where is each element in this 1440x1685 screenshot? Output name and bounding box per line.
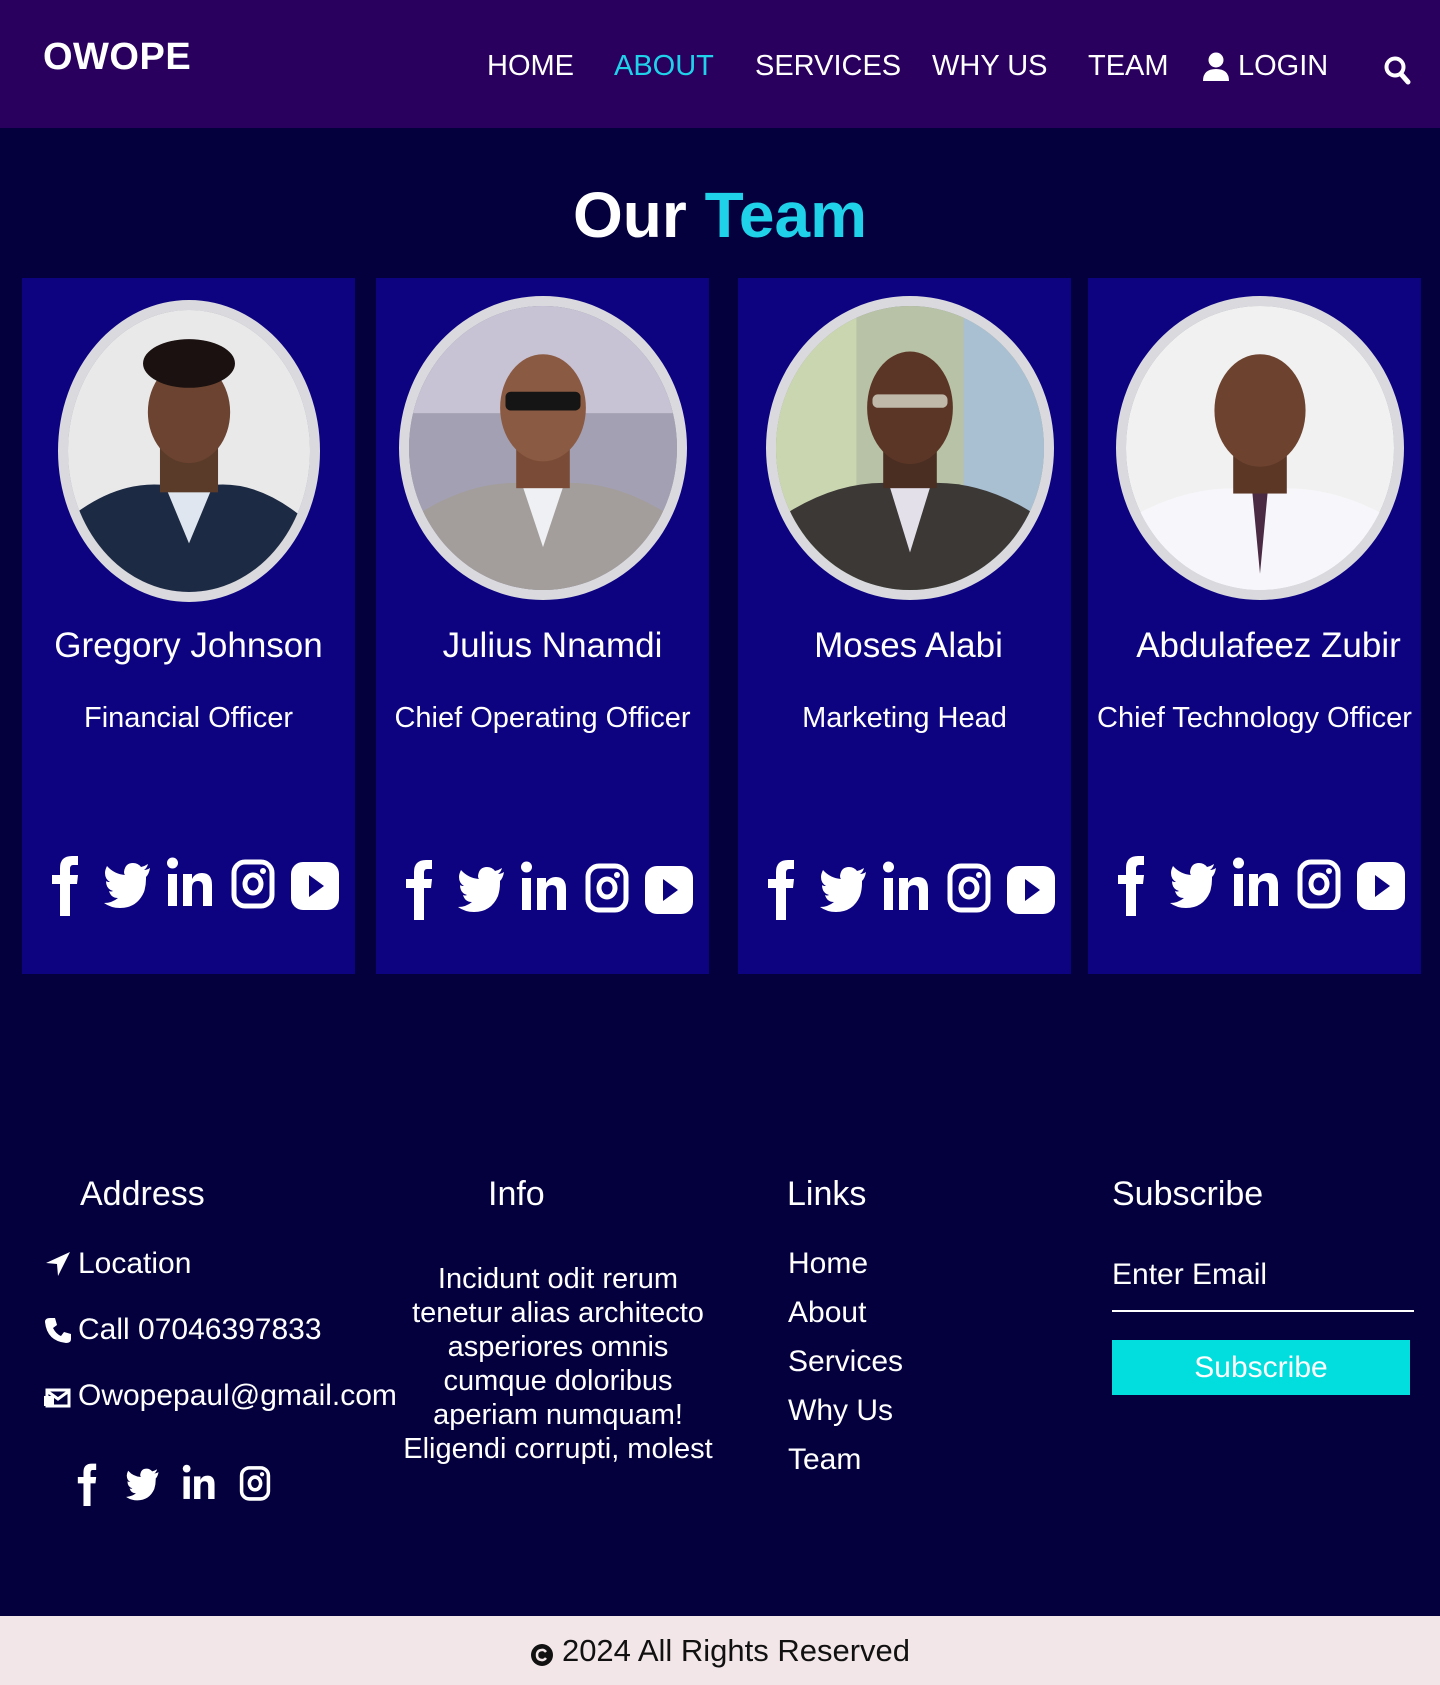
footer-link-why-us[interactable]: Why Us bbox=[788, 1394, 893, 1428]
subscribe-button[interactable]: Subscribe bbox=[1112, 1340, 1410, 1395]
nav-about[interactable]: ABOUT bbox=[614, 50, 714, 83]
member-photo bbox=[766, 296, 1054, 600]
member-role: Chief Operating Officer bbox=[394, 702, 691, 734]
member-social-links bbox=[1106, 848, 1406, 916]
instagram-icon[interactable] bbox=[944, 852, 994, 920]
nav-home[interactable]: HOME bbox=[487, 50, 574, 83]
footer-address-title: Address bbox=[80, 1175, 205, 1213]
login-link[interactable]: LOGIN bbox=[1202, 50, 1328, 83]
twitter-icon[interactable] bbox=[103, 848, 153, 916]
main-nav: HOME ABOUT SERVICES WHY US TEAM LOGIN bbox=[0, 50, 1440, 86]
facebook-icon[interactable] bbox=[394, 852, 444, 920]
footer-link-team[interactable]: Team bbox=[788, 1443, 861, 1477]
member-photo bbox=[58, 300, 320, 602]
nav-why-us[interactable]: WHY US bbox=[932, 50, 1047, 83]
linkedin-icon[interactable] bbox=[1231, 848, 1281, 916]
instagram-icon[interactable] bbox=[234, 1458, 276, 1506]
footer-subscribe-title: Subscribe bbox=[1112, 1175, 1264, 1213]
login-label: LOGIN bbox=[1238, 50, 1329, 82]
footer-info-title: Info bbox=[488, 1175, 545, 1213]
footer-location[interactable]: Location bbox=[44, 1247, 191, 1281]
member-name: Gregory Johnson bbox=[54, 626, 323, 665]
team-card-julius: Julius Nnamdi Chief Operating Officer bbox=[376, 278, 709, 974]
section-title: Our Team bbox=[0, 178, 1440, 252]
member-name: Abdulafeez Zubir bbox=[1136, 626, 1401, 665]
member-photo bbox=[1116, 296, 1404, 600]
facebook-icon[interactable] bbox=[40, 848, 90, 916]
email-input[interactable] bbox=[1112, 1240, 1414, 1312]
location-arrow-icon bbox=[44, 1250, 72, 1278]
footer-links-title: Links bbox=[787, 1175, 867, 1213]
twitter-icon[interactable] bbox=[819, 852, 869, 920]
user-icon bbox=[1202, 52, 1230, 82]
linkedin-icon[interactable] bbox=[178, 1458, 220, 1506]
footer-link-services[interactable]: Services bbox=[788, 1345, 903, 1379]
facebook-icon[interactable] bbox=[66, 1458, 108, 1506]
twitter-icon[interactable] bbox=[122, 1458, 164, 1506]
section-title-prefix: Our bbox=[573, 179, 687, 251]
member-social-links bbox=[394, 852, 694, 920]
copyright-icon bbox=[530, 1639, 554, 1666]
mail-icon bbox=[44, 1382, 72, 1410]
linkedin-icon[interactable] bbox=[881, 852, 931, 920]
youtube-icon[interactable] bbox=[1356, 848, 1406, 916]
footer-info-text: Incidunt odit rerum tenetur alias archit… bbox=[403, 1263, 713, 1465]
navbar: OWOPE HOME ABOUT SERVICES WHY US TEAM LO… bbox=[0, 0, 1440, 128]
team-card-abdulafeez: Abdulafeez Zubir Chief Technology Office… bbox=[1088, 278, 1421, 974]
linkedin-icon[interactable] bbox=[519, 852, 569, 920]
instagram-icon[interactable] bbox=[228, 848, 278, 916]
copyright-bar: 2024 All Rights Reserved bbox=[0, 1616, 1440, 1685]
footer-email-text: Owopepaul@gmail.com bbox=[78, 1379, 397, 1412]
member-role: Financial Officer bbox=[84, 702, 293, 734]
footer-link-about[interactable]: About bbox=[788, 1296, 866, 1330]
youtube-icon[interactable] bbox=[1006, 852, 1056, 920]
nav-team[interactable]: TEAM bbox=[1088, 50, 1169, 83]
member-name: Moses Alabi bbox=[814, 626, 1003, 665]
copyright-text: 2024 All Rights Reserved bbox=[561, 1632, 911, 1668]
footer-social-links bbox=[66, 1458, 276, 1506]
member-social-links bbox=[40, 848, 340, 916]
member-name: Julius Nnamdi bbox=[442, 626, 663, 665]
youtube-icon[interactable] bbox=[290, 848, 340, 916]
member-social-links bbox=[756, 852, 1056, 920]
footer-phone[interactable]: Call 07046397833 bbox=[44, 1313, 322, 1347]
twitter-icon[interactable] bbox=[457, 852, 507, 920]
linkedin-icon[interactable] bbox=[165, 848, 215, 916]
facebook-icon[interactable] bbox=[756, 852, 806, 920]
team-card-gregory: Gregory Johnson Financial Officer bbox=[22, 278, 355, 974]
footer-link-home[interactable]: Home bbox=[788, 1247, 868, 1281]
member-role: Chief Technology Officer bbox=[1097, 702, 1412, 734]
facebook-icon[interactable] bbox=[1106, 848, 1156, 916]
footer-email[interactable]: Owopepaul@gmail.com bbox=[44, 1379, 397, 1413]
phone-icon bbox=[44, 1316, 72, 1344]
youtube-icon[interactable] bbox=[644, 852, 694, 920]
footer-phone-text: Call 07046397833 bbox=[78, 1313, 322, 1346]
twitter-icon[interactable] bbox=[1169, 848, 1219, 916]
member-photo bbox=[399, 296, 687, 600]
search-icon[interactable] bbox=[1383, 53, 1411, 87]
member-role: Marketing Head bbox=[802, 702, 1007, 734]
footer-location-text: Location bbox=[78, 1247, 192, 1280]
section-title-accent: Team bbox=[704, 179, 867, 251]
nav-services[interactable]: SERVICES bbox=[755, 50, 901, 83]
instagram-icon[interactable] bbox=[1294, 848, 1344, 916]
instagram-icon[interactable] bbox=[582, 852, 632, 920]
team-card-moses: Moses Alabi Marketing Head bbox=[738, 278, 1071, 974]
